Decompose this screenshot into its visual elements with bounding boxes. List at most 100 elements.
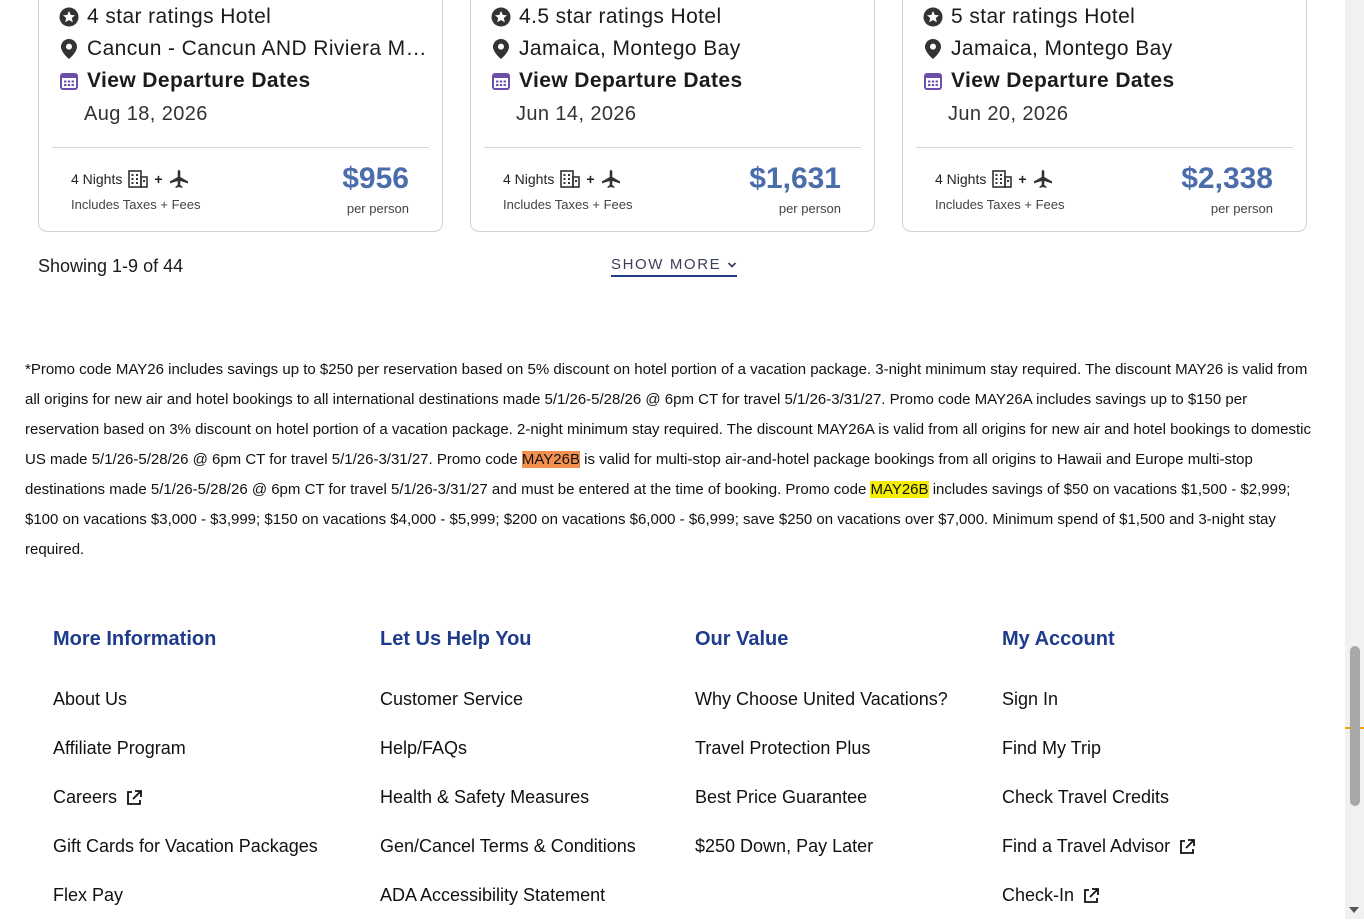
footer-link-best-price[interactable]: Best Price Guarantee	[695, 773, 948, 822]
footer-link-affiliate-program[interactable]: Affiliate Program	[53, 724, 318, 773]
fees-note: Includes Taxes + Fees	[503, 197, 633, 212]
promo-code-highlight: MAY26B	[521, 451, 580, 468]
promo-disclaimer: *Promo code MAY26 includes savings up to…	[25, 355, 1325, 565]
link-label: Travel Protection Plus	[695, 738, 871, 758]
external-link-icon	[1178, 838, 1196, 856]
scroll-down-arrow-icon[interactable]	[1349, 907, 1359, 913]
footer-link-find-my-trip[interactable]: Find My Trip	[1002, 724, 1196, 773]
rating-text: 4 star ratings Hotel	[87, 5, 272, 28]
link-label: $250 Down, Pay Later	[695, 836, 874, 856]
rating-text: 5 star ratings Hotel	[951, 5, 1136, 28]
view-departure-dates-link[interactable]: View Departure Dates	[59, 69, 311, 93]
footer-column-let-us-help-you: Let Us Help You Customer Service Help/FA…	[380, 628, 636, 920]
nights-info: 4 Nights +	[935, 169, 1053, 189]
footer-link-why-choose[interactable]: Why Choose United Vacations?	[695, 675, 948, 724]
vertical-scrollbar[interactable]	[1345, 0, 1364, 919]
price: $1,631	[749, 162, 841, 195]
link-label: ADA Accessibility Statement	[380, 885, 606, 905]
link-label: Careers	[53, 787, 118, 807]
star-icon	[491, 7, 511, 27]
footer-heading: My Account	[1002, 628, 1115, 650]
footer-link-check-in[interactable]: Check-In	[1002, 871, 1196, 920]
rating-row: 5 star ratings Hotel	[923, 5, 1135, 29]
link-label: Best Price Guarantee	[695, 787, 868, 807]
chevron-down-icon	[727, 256, 737, 273]
footer-link-flex-pay[interactable]: Flex Pay	[53, 871, 318, 920]
link-label: About Us	[53, 689, 128, 709]
footer-column-our-value: Our Value Why Choose United Vacations? T…	[695, 628, 948, 871]
fees-note: Includes Taxes + Fees	[935, 197, 1065, 212]
star-icon	[923, 7, 943, 27]
rating-row: 4.5 star ratings Hotel	[491, 5, 722, 29]
departure-date: Jun 20, 2026	[948, 103, 1069, 125]
view-departure-dates-link[interactable]: View Departure Dates	[923, 69, 1175, 93]
link-label: Health & Safety Measures	[380, 787, 590, 807]
external-link-icon	[1082, 887, 1100, 905]
nights-info: 4 Nights +	[503, 169, 621, 189]
location-pin-icon	[491, 39, 511, 59]
view-departure-dates-label: View Departure Dates	[87, 69, 311, 92]
footer-heading: More Information	[53, 628, 217, 650]
location-pin-icon	[923, 39, 943, 59]
rating-text: 4.5 star ratings Hotel	[519, 5, 722, 28]
nights-info: 4 Nights +	[71, 169, 189, 189]
link-label: Customer Service	[380, 689, 524, 709]
view-departure-dates-label: View Departure Dates	[519, 69, 743, 92]
package-card[interactable]: 5 star ratings Hotel Jamaica, Montego Ba…	[902, 0, 1307, 232]
footer-link-about-us[interactable]: About Us	[53, 675, 318, 724]
show-more-button[interactable]: SHOW MORE	[611, 256, 738, 277]
link-label: Flex Pay	[53, 885, 124, 905]
per-person-label: per person	[1210, 201, 1273, 216]
departure-date: Aug 18, 2026	[84, 103, 208, 125]
plus-sign: +	[154, 171, 163, 187]
footer-link-customer-service[interactable]: Customer Service	[380, 675, 636, 724]
footer-link-help-faqs[interactable]: Help/FAQs	[380, 724, 636, 773]
location-text: Jamaica, Montego Bay	[951, 37, 1173, 60]
divider	[916, 147, 1293, 148]
scrollbar-thumb[interactable]	[1350, 646, 1360, 806]
location-row: Cancun - Cancun AND Riviera Maya	[59, 37, 427, 61]
plus-sign: +	[586, 171, 595, 187]
hotel-icon	[128, 170, 149, 188]
footer-link-find-travel-advisor[interactable]: Find a Travel Advisor	[1002, 822, 1196, 871]
footer-link-travel-protection[interactable]: Travel Protection Plus	[695, 724, 948, 773]
calendar-icon	[491, 71, 511, 91]
link-label: Help/FAQs	[380, 738, 468, 758]
divider	[484, 147, 861, 148]
footer-link-careers[interactable]: Careers	[53, 773, 318, 822]
footer-link-ada-accessibility[interactable]: ADA Accessibility Statement	[380, 871, 636, 920]
view-departure-dates-link[interactable]: View Departure Dates	[491, 69, 743, 93]
departure-date: Jun 14, 2026	[516, 103, 637, 125]
plus-sign: +	[1018, 171, 1027, 187]
footer-link-terms-conditions[interactable]: Gen/Cancel Terms & Conditions	[380, 822, 636, 871]
location-text: Jamaica, Montego Bay	[519, 37, 741, 60]
location-row: Jamaica, Montego Bay	[491, 37, 741, 61]
footer-column-more-information: More Information About Us Affiliate Prog…	[53, 628, 318, 920]
link-label: Gift Cards for Vacation Packages	[53, 836, 318, 856]
footer-heading: Our Value	[695, 628, 789, 650]
footer-column-my-account: My Account Sign In Find My Trip Check Tr…	[1002, 628, 1196, 920]
fees-note: Includes Taxes + Fees	[71, 197, 201, 212]
per-person-label: per person	[778, 201, 841, 216]
nights-text: 4 Nights	[71, 171, 123, 187]
footer-link-pay-later[interactable]: $250 Down, Pay Later	[695, 822, 948, 871]
footer-link-health-safety[interactable]: Health & Safety Measures	[380, 773, 636, 822]
hotel-icon	[560, 170, 581, 188]
plane-icon	[169, 169, 189, 189]
package-card[interactable]: 4 star ratings Hotel Cancun - Cancun AND…	[38, 0, 443, 232]
location-row: Jamaica, Montego Bay	[923, 37, 1173, 61]
show-more-label: SHOW MORE	[611, 256, 722, 273]
link-label: Find a Travel Advisor	[1002, 836, 1171, 856]
nights-text: 4 Nights	[935, 171, 987, 187]
per-person-label: per person	[346, 201, 409, 216]
package-card[interactable]: 4.5 star ratings Hotel Jamaica, Montego …	[470, 0, 875, 232]
link-label: Check Travel Credits	[1002, 787, 1170, 807]
footer-link-check-travel-credits[interactable]: Check Travel Credits	[1002, 773, 1196, 822]
footer-heading: Let Us Help You	[380, 628, 532, 650]
calendar-icon	[923, 71, 943, 91]
link-label: Find My Trip	[1002, 738, 1102, 758]
footer-link-sign-in[interactable]: Sign In	[1002, 675, 1196, 724]
plane-icon	[601, 169, 621, 189]
link-label: Why Choose United Vacations?	[695, 689, 948, 709]
footer-link-gift-cards[interactable]: Gift Cards for Vacation Packages	[53, 822, 318, 871]
